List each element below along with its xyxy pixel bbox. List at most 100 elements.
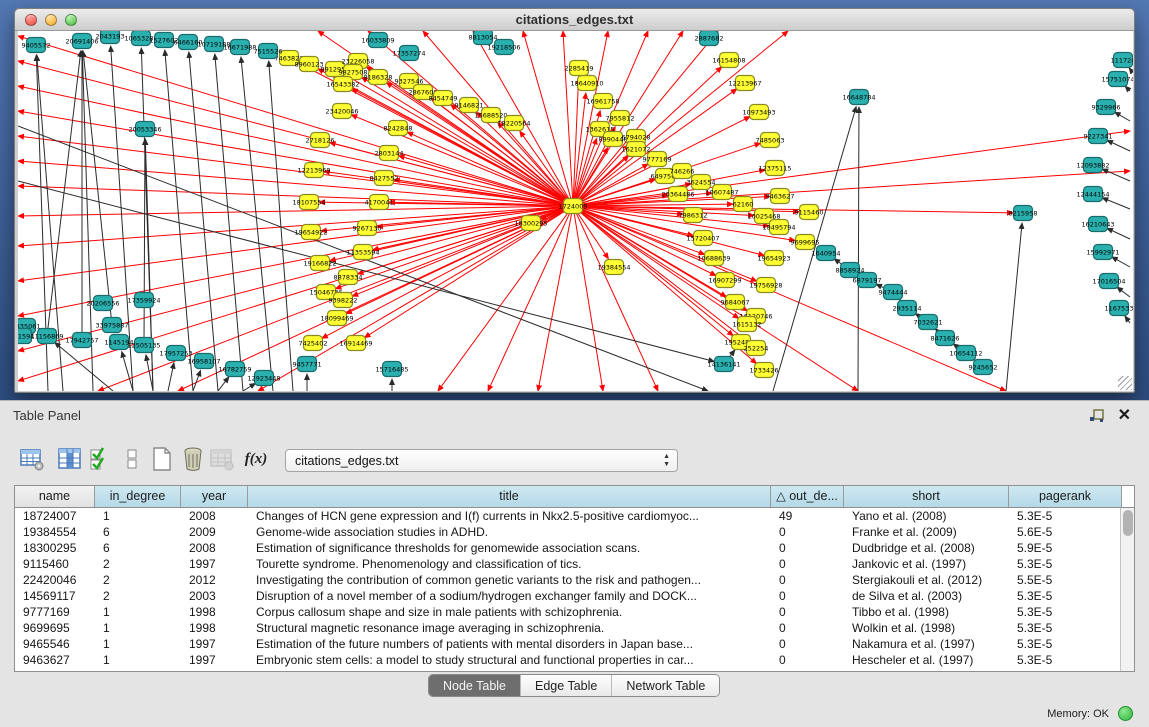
minimize-window-icon[interactable]	[45, 14, 57, 26]
graph-node[interactable]: 9405572	[22, 38, 51, 53]
graph-node[interactable]: 2803144	[375, 146, 404, 161]
show-columns-button[interactable]	[56, 445, 84, 473]
table-cell[interactable]: 6	[95, 540, 181, 556]
table-cell[interactable]: 2012	[181, 572, 248, 588]
table-cell[interactable]: 5.5E-5	[1009, 572, 1122, 588]
graph-node[interactable]: 16961758	[586, 94, 619, 109]
graph-node[interactable]: 16914469	[339, 336, 372, 351]
table-cell[interactable]: Structural magnetic resonance image aver…	[248, 620, 771, 636]
table-cell[interactable]: Jankovic et al. (1997)	[844, 556, 1009, 572]
graph-node[interactable]: 17016504	[1092, 274, 1125, 289]
table-row[interactable]: 969969511998Structural magnetic resonanc…	[15, 620, 1134, 636]
table-scrollbar-thumb[interactable]	[1123, 510, 1133, 536]
table-cell[interactable]: 9115460	[15, 556, 95, 572]
graph-node[interactable]: 12923448	[247, 371, 280, 386]
graph-node[interactable]: 8878334	[334, 270, 363, 285]
close-icon[interactable]: ✕	[1118, 405, 1131, 425]
table-row[interactable]: 1938455462009Genome-wide association stu…	[15, 524, 1134, 540]
graph-node[interactable]: 746266	[670, 164, 695, 179]
graph-node[interactable]: 1733426	[750, 363, 779, 378]
column-header-out_de[interactable]: △ out_de...	[771, 486, 844, 507]
table-cell[interactable]: 0	[771, 652, 844, 668]
table-cell[interactable]: 5.6E-5	[1009, 524, 1122, 540]
tab-network-table[interactable]: Network Table	[611, 675, 719, 696]
table-cell[interactable]: 0	[771, 636, 844, 652]
graph-node[interactable]: 10654112	[949, 346, 982, 361]
graph-node[interactable]: 8471626	[931, 331, 960, 346]
table-cell[interactable]: Yano et al. (2008)	[844, 508, 1009, 524]
graph-node[interactable]: 12213967	[728, 76, 761, 91]
graph-node[interactable]: 17942757	[65, 333, 98, 348]
graph-node[interactable]: 16033809	[361, 33, 394, 48]
table-cell[interactable]: 18300295	[15, 540, 95, 556]
graph-node[interactable]: 15720407	[686, 231, 719, 246]
table-cell[interactable]: Embryonic stem cells: a model to study s…	[248, 652, 771, 668]
table-cell[interactable]: 5.3E-5	[1009, 604, 1122, 620]
table-cell[interactable]: Franke et al. (2009)	[844, 524, 1009, 540]
table-cell[interactable]: 2008	[181, 508, 248, 524]
zoom-window-icon[interactable]	[65, 14, 77, 26]
graph-node[interactable]: 2718126	[306, 133, 335, 148]
table-cell[interactable]: 1998	[181, 604, 248, 620]
column-header-short[interactable]: short	[844, 486, 1009, 507]
table-cell[interactable]: 2	[95, 588, 181, 604]
table-cell[interactable]: 5.3E-5	[1009, 620, 1122, 636]
table-cell[interactable]: 5.9E-5	[1009, 540, 1122, 556]
tab-edge-table[interactable]: Edge Table	[520, 675, 611, 696]
graph-node[interactable]: 8215958	[1009, 206, 1038, 221]
graph-node[interactable]: 252254	[744, 341, 769, 356]
graph-node[interactable]: 20206556	[86, 296, 119, 311]
graph-node[interactable]: 19654922	[294, 225, 327, 240]
table-cell[interactable]: 9465546	[15, 636, 95, 652]
table-cell[interactable]: 19384554	[15, 524, 95, 540]
graph-node[interactable]: 33975887	[95, 318, 128, 333]
column-header-pagerank[interactable]: pagerank	[1009, 486, 1122, 507]
graph-node[interactable]: 62160	[733, 197, 754, 212]
table-row[interactable]: 977716911998Corpus callosum shape and si…	[15, 604, 1134, 620]
graph-node[interactable]: 2935114	[893, 301, 922, 316]
table-cell[interactable]: 1	[95, 508, 181, 524]
graph-node[interactable]: 20691406	[65, 34, 98, 49]
graph-node[interactable]: 9146821	[455, 98, 484, 113]
table-cell[interactable]: Tourette syndrome. Phenomenology and cla…	[248, 556, 771, 572]
table-cell[interactable]: 18724007	[15, 508, 95, 524]
table-mode-button[interactable]	[18, 445, 46, 473]
table-row[interactable]: 946362711997Embryonic stem cells: a mode…	[15, 652, 1134, 668]
function-builder-button[interactable]: f(x)	[242, 445, 270, 473]
window-titlebar[interactable]: citations_edges.txt	[15, 9, 1134, 31]
graph-node[interactable]: 12375115	[758, 161, 791, 176]
table-cell[interactable]: 0	[771, 524, 844, 540]
network-canvas[interactable]: 1724009746382289601238912954232260589827…	[18, 31, 1133, 391]
table-cell[interactable]: Stergiakouli et al. (2012)	[844, 572, 1009, 588]
resize-grip-icon[interactable]	[1118, 376, 1132, 390]
close-window-icon[interactable]	[25, 14, 37, 26]
delete-table-button[interactable]	[208, 445, 236, 473]
table-cell[interactable]: 0	[771, 556, 844, 572]
table-cell[interactable]: 2	[95, 572, 181, 588]
graph-node[interactable]: 9267130	[353, 221, 382, 236]
table-cell[interactable]: 0	[771, 604, 844, 620]
graph-node[interactable]: 7955812	[606, 111, 635, 126]
table-cell[interactable]: Investigating the contribution of common…	[248, 572, 771, 588]
graph-node[interactable]: 7032621	[914, 315, 943, 330]
table-row[interactable]: 1456911722003Disruption of a novel membe…	[15, 588, 1134, 604]
graph-node[interactable]: 9474444	[879, 285, 908, 300]
graph-node[interactable]: 7485063	[756, 133, 785, 148]
table-cell[interactable]: Tibbo et al. (1998)	[844, 604, 1009, 620]
graph-node[interactable]: 15751074	[1101, 72, 1133, 87]
graph-node[interactable]: 14136141	[707, 357, 740, 372]
table-cell[interactable]: Changes of HCN gene expression and I(f) …	[248, 508, 771, 524]
table-cell[interactable]: 1997	[181, 636, 248, 652]
table-cell[interactable]: 22420046	[15, 572, 95, 588]
delete-column-button[interactable]	[179, 445, 207, 473]
graph-node[interactable]: 8813054	[469, 31, 498, 45]
graph-node[interactable]: 9457771	[293, 357, 322, 372]
column-header-title[interactable]: title	[248, 486, 771, 507]
column-header-in_degree[interactable]: in_degree	[95, 486, 181, 507]
table-cell[interactable]: Dudbridge et al. (2008)	[844, 540, 1009, 556]
graph-node[interactable]: 11353594	[346, 245, 379, 260]
table-cell[interactable]: 5.3E-5	[1009, 508, 1122, 524]
table-cell[interactable]: 0	[771, 588, 844, 604]
table-cell[interactable]: 5.3E-5	[1009, 636, 1122, 652]
table-cell[interactable]: 9463627	[15, 652, 95, 668]
